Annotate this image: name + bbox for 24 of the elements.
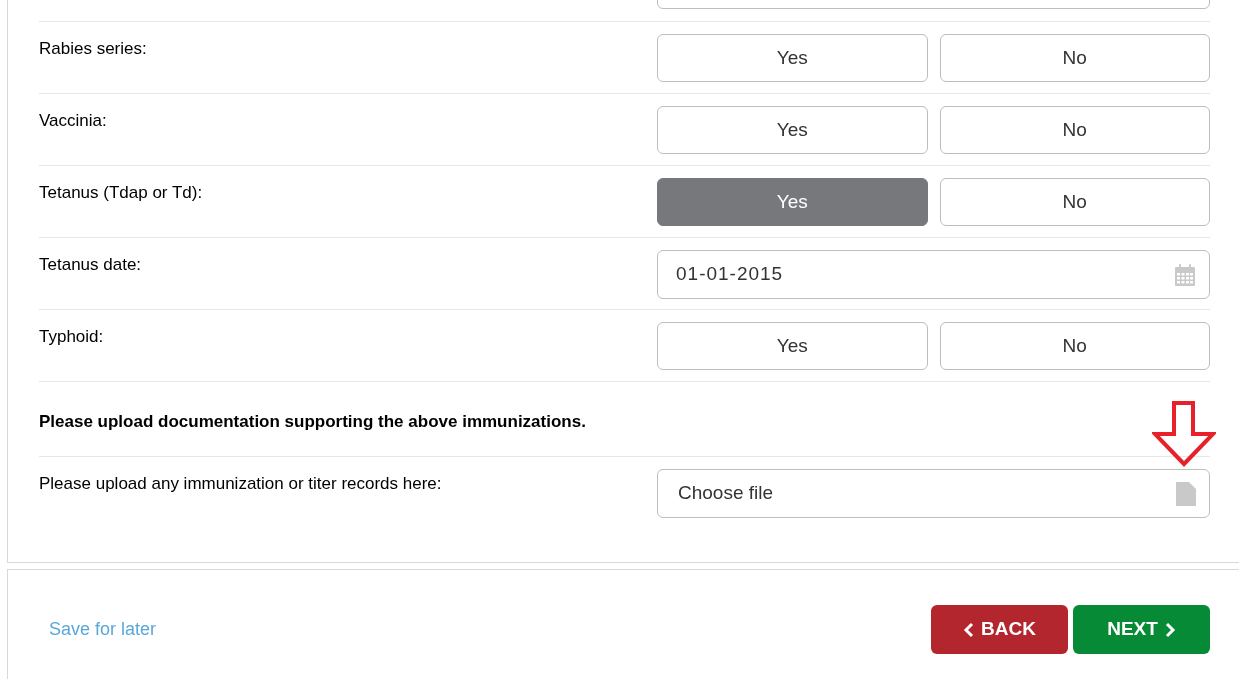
down-arrow-annotation (1152, 401, 1216, 467)
back-button[interactable]: BACK (931, 605, 1068, 654)
option-button[interactable]: No (939, 178, 1210, 226)
next-button[interactable]: NEXT (1073, 605, 1210, 654)
field-label: Tetanus (Tdap or Td): (39, 182, 204, 204)
file-icon (1175, 480, 1197, 507)
option-button[interactable]: No (939, 322, 1210, 370)
field-label: Please upload any immunization or titer records here: (39, 473, 443, 495)
option-button[interactable]: No (939, 106, 1210, 154)
date-field[interactable]: 01-01-2015 (657, 250, 1210, 299)
option-button[interactable]: Yes (657, 34, 928, 82)
option-button[interactable]: Yes (657, 322, 928, 370)
chevron-right-icon (1163, 621, 1176, 638)
calendar-icon (1173, 262, 1197, 287)
option-button[interactable]: Yes (657, 106, 928, 154)
chevron-left-icon (963, 621, 976, 638)
option-button[interactable]: Yes (657, 178, 928, 226)
field-label: Typhoid: (39, 326, 105, 348)
option-button[interactable]: No (939, 34, 1210, 82)
file-field[interactable]: Choose file (657, 469, 1210, 518)
field-label: Vaccinia: (39, 110, 108, 132)
section-heading: Please upload documentation supporting the above immunizations. (39, 410, 586, 433)
field-label: Tetanus date: (39, 254, 143, 276)
field-label: Rabies series: (39, 38, 148, 60)
